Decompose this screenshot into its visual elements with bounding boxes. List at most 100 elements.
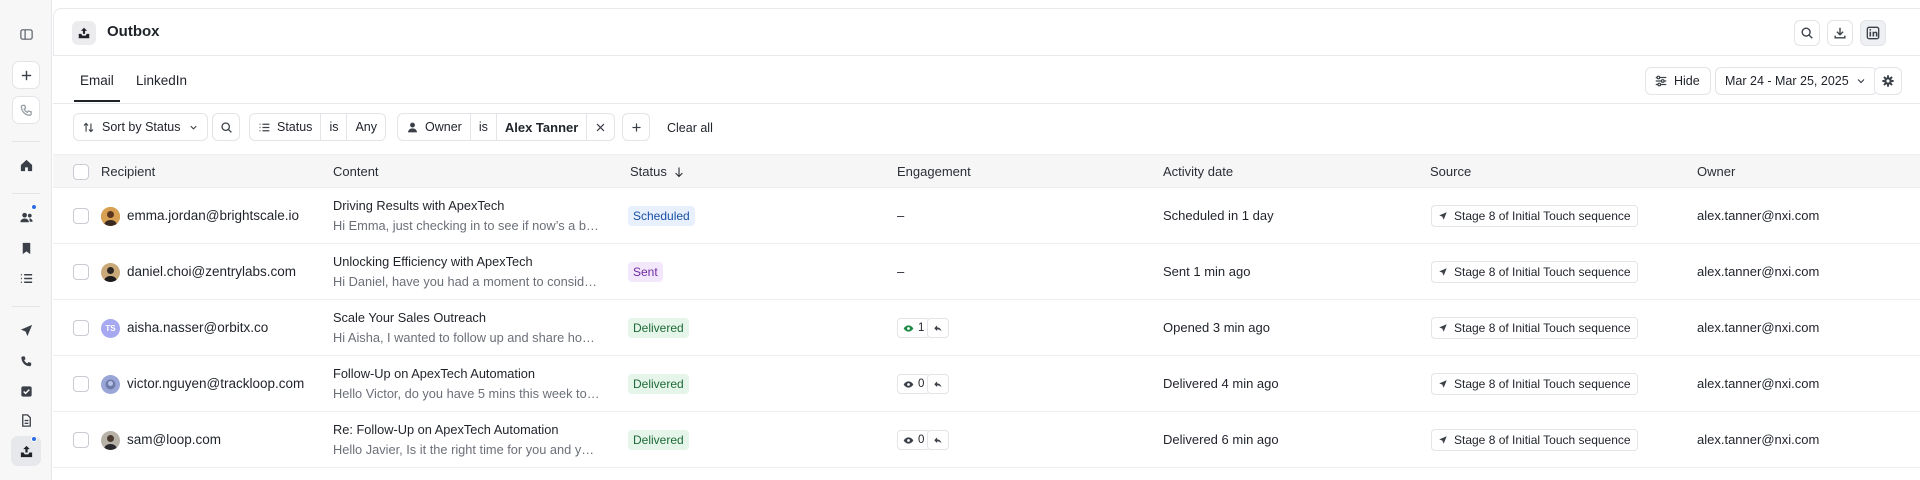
bookmark-icon[interactable] bbox=[14, 236, 38, 260]
table-row[interactable]: emma.jordan@brightscale.io Driving Resul… bbox=[53, 188, 1920, 244]
row-checkbox[interactable] bbox=[73, 264, 89, 280]
owner-filter[interactable]: Owner is Alex Tanner bbox=[397, 113, 616, 141]
email-subject[interactable]: Scale Your Sales Outreach bbox=[333, 310, 486, 325]
phone-icon[interactable] bbox=[12, 96, 40, 124]
engagement-empty: – bbox=[897, 208, 905, 223]
tabs-row: Email LinkedIn Hide Mar 24 - Mar 25, 202… bbox=[53, 56, 1920, 104]
chevron-down-icon bbox=[1857, 79, 1865, 84]
opens-value: 0 bbox=[918, 378, 925, 390]
status-filter[interactable]: Status is Any bbox=[249, 113, 387, 141]
remove-filter-button[interactable] bbox=[587, 114, 614, 140]
email-preview: Hello Javier, Is it the right time for y… bbox=[333, 442, 595, 457]
owner-email: alex.tanner@nxi.com bbox=[1697, 320, 1820, 335]
send-icon bbox=[1439, 436, 1447, 444]
filter-bar: Sort by Status Status is Any Owner is Al… bbox=[53, 104, 1920, 154]
panel-toggle-icon[interactable] bbox=[14, 22, 38, 46]
sidebar-divider bbox=[12, 193, 40, 194]
main-panel: Outbox Email LinkedIn Hide Mar 24 - Mar … bbox=[53, 0, 1920, 480]
tab-linkedin[interactable]: LinkedIn bbox=[136, 73, 187, 88]
filter-search-button[interactable] bbox=[212, 113, 240, 141]
search-button[interactable] bbox=[1794, 20, 1820, 46]
column-status-label: Status bbox=[630, 164, 667, 179]
table-row[interactable]: daniel.choi@zentrylabs.com Unlocking Eff… bbox=[53, 244, 1920, 300]
select-all-checkbox[interactable] bbox=[73, 164, 89, 180]
owner-filter-field: Owner bbox=[425, 120, 462, 134]
column-content[interactable]: Content bbox=[333, 164, 379, 179]
source-tag[interactable]: Stage 8 of Initial Touch sequence bbox=[1431, 429, 1638, 451]
hide-columns-button[interactable]: Hide bbox=[1645, 67, 1711, 95]
home-icon[interactable] bbox=[14, 153, 38, 177]
email-preview: Hi Daniel, have you had a moment to cons… bbox=[333, 274, 597, 289]
document-icon[interactable] bbox=[14, 408, 38, 432]
check-square-icon[interactable] bbox=[14, 379, 38, 403]
clear-all-button[interactable]: Clear all bbox=[667, 121, 713, 135]
hide-label: Hide bbox=[1674, 74, 1700, 88]
phone-icon[interactable] bbox=[14, 349, 38, 373]
source-tag[interactable]: Stage 8 of Initial Touch sequence bbox=[1431, 261, 1638, 283]
recipient-email[interactable]: emma.jordan@brightscale.io bbox=[127, 208, 299, 223]
email-subject[interactable]: Driving Results with ApexTech bbox=[333, 198, 504, 213]
email-subject[interactable]: Unlocking Efficiency with ApexTech bbox=[333, 254, 533, 269]
row-checkbox[interactable] bbox=[73, 432, 89, 448]
recipient-email[interactable]: aisha.nasser@orbitx.co bbox=[127, 320, 268, 335]
status-badge: Sent bbox=[628, 262, 663, 282]
source-tag[interactable]: Stage 8 of Initial Touch sequence bbox=[1431, 205, 1638, 227]
send-icon bbox=[1439, 268, 1447, 276]
page-header: Outbox bbox=[53, 8, 1920, 56]
column-recipient[interactable]: Recipient bbox=[101, 164, 155, 179]
column-activity-date[interactable]: Activity date bbox=[1163, 164, 1233, 179]
sidebar-divider bbox=[12, 306, 40, 307]
table-row[interactable]: TS aisha.nasser@orbitx.co Scale Your Sal… bbox=[53, 300, 1920, 356]
source-tag[interactable]: Stage 8 of Initial Touch sequence bbox=[1431, 317, 1638, 339]
table-row[interactable]: victor.nguyen@trackloop.com Follow-Up on… bbox=[53, 356, 1920, 412]
reply-icon bbox=[934, 380, 942, 387]
activity-date: Opened 3 min ago bbox=[1163, 320, 1270, 335]
opens-count[interactable]: 0 bbox=[897, 374, 931, 394]
add-filter-button[interactable] bbox=[622, 113, 650, 141]
sort-dropdown[interactable]: Sort by Status bbox=[73, 113, 208, 141]
column-status[interactable]: Status bbox=[630, 164, 685, 179]
column-owner[interactable]: Owner bbox=[1697, 164, 1735, 179]
email-subject[interactable]: Follow-Up on ApexTech Automation bbox=[333, 366, 535, 381]
plus-icon[interactable] bbox=[12, 61, 40, 89]
status-badge: Delivered bbox=[628, 318, 689, 338]
list-icon bbox=[259, 123, 270, 131]
owner-email: alex.tanner@nxi.com bbox=[1697, 264, 1820, 279]
recipient-email[interactable]: daniel.choi@zentrylabs.com bbox=[127, 264, 296, 279]
tab-email[interactable]: Email bbox=[74, 73, 120, 102]
source-label: Stage 8 of Initial Touch sequence bbox=[1454, 433, 1631, 447]
source-label: Stage 8 of Initial Touch sequence bbox=[1454, 377, 1631, 391]
opens-count[interactable]: 0 bbox=[897, 430, 931, 450]
outbox-icon bbox=[72, 21, 96, 45]
sidebar bbox=[0, 0, 52, 480]
sort-label: Sort by Status bbox=[102, 120, 181, 134]
linkedin-button[interactable] bbox=[1860, 20, 1886, 46]
table-row[interactable]: sam@loop.com Re: Follow-Up on ApexTech A… bbox=[53, 412, 1920, 468]
opens-value: 0 bbox=[918, 434, 925, 446]
row-checkbox[interactable] bbox=[73, 376, 89, 392]
email-subject[interactable]: Re: Follow-Up on ApexTech Automation bbox=[333, 422, 559, 437]
download-button[interactable] bbox=[1827, 20, 1853, 46]
date-range-picker[interactable]: Mar 24 - Mar 25, 2025 bbox=[1715, 67, 1877, 95]
close-icon bbox=[596, 123, 605, 131]
table-header: Recipient Content Status Engagement Acti… bbox=[53, 154, 1920, 188]
column-source[interactable]: Source bbox=[1430, 164, 1471, 179]
recipient-email[interactable]: sam@loop.com bbox=[127, 432, 221, 447]
source-tag[interactable]: Stage 8 of Initial Touch sequence bbox=[1431, 373, 1638, 395]
reply-button[interactable] bbox=[927, 318, 949, 338]
reply-button[interactable] bbox=[927, 374, 949, 394]
row-checkbox[interactable] bbox=[73, 208, 89, 224]
avatar: TS bbox=[101, 319, 120, 338]
owner-email: alex.tanner@nxi.com bbox=[1697, 432, 1820, 447]
send-icon[interactable] bbox=[14, 318, 38, 342]
opens-count[interactable]: 1 bbox=[897, 318, 931, 338]
list-icon[interactable] bbox=[14, 266, 38, 290]
owner-email: alex.tanner@nxi.com bbox=[1697, 376, 1820, 391]
reply-button[interactable] bbox=[927, 430, 949, 450]
source-label: Stage 8 of Initial Touch sequence bbox=[1454, 209, 1631, 223]
row-checkbox[interactable] bbox=[73, 320, 89, 336]
column-engagement[interactable]: Engagement bbox=[897, 164, 971, 179]
search-icon bbox=[220, 121, 232, 133]
recipient-email[interactable]: victor.nguyen@trackloop.com bbox=[127, 376, 304, 391]
settings-button[interactable] bbox=[1874, 67, 1902, 95]
